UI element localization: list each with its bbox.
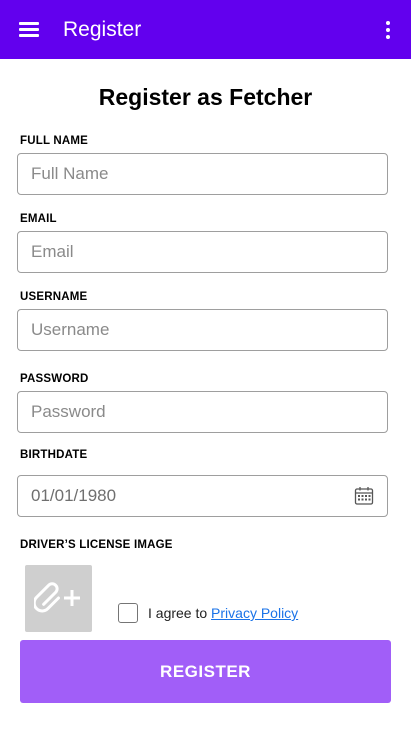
- password-field: [17, 391, 388, 433]
- attach-add-icon: [34, 582, 80, 613]
- agree-text: I agree to: [148, 605, 208, 621]
- username-field: [17, 309, 388, 351]
- calendar-icon[interactable]: [354, 486, 374, 506]
- email-input[interactable]: [18, 232, 387, 272]
- birthdate-label: BIRTHDATE: [20, 449, 88, 461]
- hamburger-menu-icon[interactable]: [12, 12, 46, 46]
- app-bar-title: Register: [63, 18, 142, 41]
- password-input[interactable]: [18, 392, 387, 432]
- username-label: USERNAME: [20, 291, 88, 303]
- more-vert-icon[interactable]: [376, 14, 400, 46]
- license-image-label: DRIVER’S LICENSE IMAGE: [20, 539, 173, 551]
- full-name-input[interactable]: [18, 154, 387, 194]
- email-label: EMAIL: [20, 213, 57, 225]
- agree-text-row: I agree to Privacy Policy: [148, 605, 298, 622]
- email-field: [17, 231, 388, 273]
- privacy-policy-link[interactable]: Privacy Policy: [211, 605, 298, 621]
- birthdate-value: 01/01/1980: [31, 486, 117, 505]
- privacy-checkbox[interactable]: [118, 603, 138, 623]
- full-name-label: FULL NAME: [20, 135, 89, 147]
- license-image-upload[interactable]: [25, 565, 92, 632]
- birthdate-field[interactable]: 01/01/1980: [17, 475, 388, 517]
- page-title: Register as Fetcher: [98, 84, 313, 110]
- register-button[interactable]: REGISTER: [20, 640, 391, 703]
- app-bar: Register: [0, 0, 411, 59]
- full-name-field: [17, 153, 388, 195]
- username-input[interactable]: [18, 310, 387, 350]
- password-label: PASSWORD: [20, 373, 89, 385]
